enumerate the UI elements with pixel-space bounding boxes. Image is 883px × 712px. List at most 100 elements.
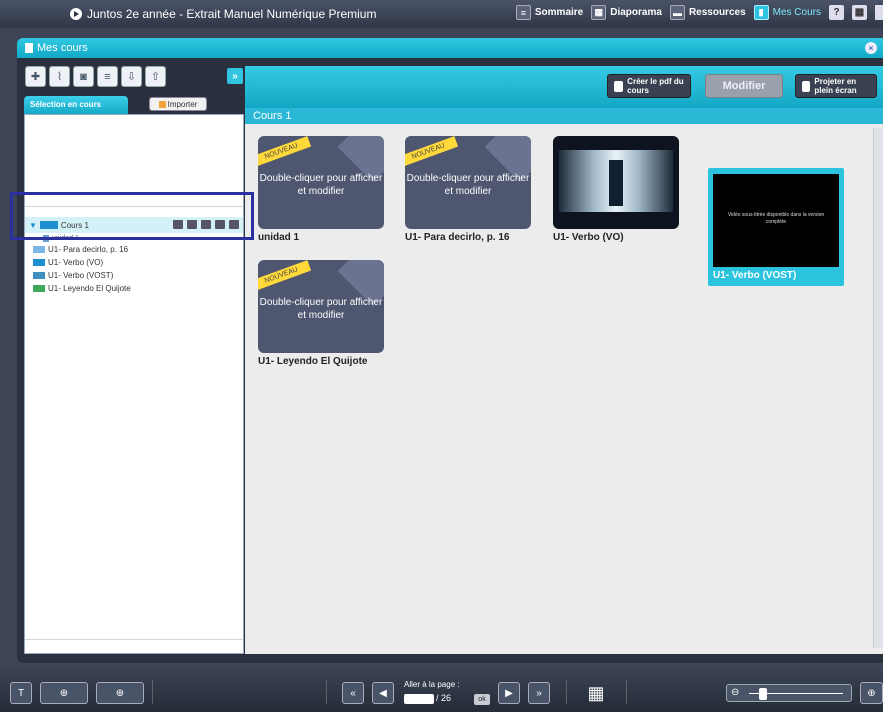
attach-icon[interactable]: ⌇	[49, 66, 70, 87]
bottom-bar: T ⊕ ⊕ « ◀ Aller à la page : / 26 ok ▶ » …	[0, 670, 883, 712]
share-icon[interactable]: ⇧	[145, 66, 166, 87]
create-pdf-button[interactable]: Créer le pdf du cours	[607, 74, 691, 98]
course-card[interactable]: NOUVEAU Double-cliquer pour afficher et …	[405, 136, 531, 246]
card-caption: U1- Verbo (VO)	[553, 232, 624, 243]
new-badge: NOUVEAU	[405, 136, 458, 167]
zoom-page-icon[interactable]: ⊕	[96, 682, 144, 704]
layout-icon[interactable]: ▦	[852, 5, 867, 20]
nav-mes-cours[interactable]: ▮ Mes Cours	[753, 5, 821, 20]
tree-list: unidad 1 U1- Para decirlo, p. 16 U1- Ver…	[33, 234, 131, 295]
app-title: Juntos 2e année - Extrait Manuel Numériq…	[70, 7, 376, 21]
audio-icon	[33, 246, 45, 253]
double-page-icon[interactable]: ▦	[584, 682, 608, 704]
zoom-out-icon[interactable]: ⊖	[731, 687, 739, 698]
text-block-icon[interactable]: ≡	[97, 66, 118, 87]
annotation-highlight-box	[10, 192, 254, 240]
window-title-text: Mes cours	[37, 42, 88, 54]
zoom-slider[interactable]: ⊖	[726, 684, 852, 702]
close-button[interactable]: ×	[865, 42, 877, 54]
import-label: Importer	[167, 99, 198, 109]
page-number-input[interactable]	[404, 694, 434, 704]
card-message: Double-cliquer pour afficher et modifier	[259, 297, 383, 321]
new-badge: NOUVEAU	[258, 136, 311, 167]
course-card[interactable]: U1- Verbo (VO)	[553, 136, 679, 246]
tab-selection-en-cours[interactable]: Sélection en cours	[24, 96, 128, 114]
card-thumbnail: NOUVEAU Double-cliquer pour afficher et …	[258, 260, 384, 353]
nav-ressources[interactable]: ▬ Ressources	[669, 5, 746, 20]
next-page-icon[interactable]: ▶	[498, 682, 520, 704]
tree-item[interactable]: U1- Verbo (VOST)	[33, 269, 131, 282]
video-message: Vidéo sous-titrée disponible dans la ver…	[727, 212, 825, 225]
bookmark-icon	[25, 43, 33, 53]
tree-item[interactable]: U1- Leyendo El Quijote	[33, 282, 131, 295]
card-thumbnail: NOUVEAU Double-cliquer pour afficher et …	[258, 136, 384, 229]
tree-item-label: U1- Leyendo El Quijote	[48, 284, 131, 293]
fullscreen-button[interactable]: Projeter en plein écran	[795, 74, 877, 98]
nav-diaporama-label: Diaporama	[610, 7, 662, 18]
divider	[626, 680, 627, 704]
nav-ressources-label: Ressources	[688, 7, 746, 18]
course-title: Cours 1	[245, 108, 883, 124]
tab-selection-label: Sélection en cours	[30, 100, 102, 109]
top-nav: ≡ Sommaire ▦ Diaporama ▬ Ressources ▮ Me…	[515, 5, 883, 20]
tree-item[interactable]: U1- Para decirlo, p. 16	[33, 243, 131, 256]
camera-icon[interactable]: ◙	[73, 66, 94, 87]
modifier-button[interactable]: Modifier	[705, 74, 783, 98]
course-card[interactable]: NOUVEAU Double-cliquer pour afficher et …	[258, 260, 384, 370]
collapse-button[interactable]: »	[227, 68, 243, 84]
help-button[interactable]: ?	[829, 5, 844, 20]
page-total: / 26	[436, 693, 452, 703]
prev-page-icon[interactable]: ◀	[372, 682, 394, 704]
settings-icon[interactable]	[875, 5, 883, 20]
left-toolbar: ✚ ⌇ ◙ ≡ ⇩ ⇧	[25, 66, 166, 87]
card-thumbnail: NOUVEAU Double-cliquer pour afficher et …	[405, 136, 531, 229]
tree-item-label: U1- Verbo (VO)	[48, 258, 104, 267]
left-tabs: Sélection en cours Importer	[24, 96, 244, 114]
course-card[interactable]: NOUVEAU Double-cliquer pour afficher et …	[258, 136, 384, 246]
first-page-icon[interactable]: «	[342, 682, 364, 704]
course-card-selected[interactable]: Vidéo sous-titrée disponible dans la ver…	[713, 174, 839, 284]
tree-item[interactable]: U1- Verbo (VO)	[33, 256, 131, 269]
card-message: Double-cliquer pour afficher et modifier	[406, 173, 530, 197]
card-caption: U1- Para decirlo, p. 16	[405, 232, 510, 243]
modifier-label: Modifier	[722, 79, 766, 92]
video-frame	[559, 150, 673, 212]
tree-item-label: U1- Para decirlo, p. 16	[48, 245, 129, 254]
bookmark-icon: ▮	[753, 5, 769, 20]
last-page-icon[interactable]: »	[528, 682, 550, 704]
window-header: Mes cours ×	[17, 38, 883, 58]
ok-button[interactable]: ok	[474, 694, 490, 705]
divider	[25, 639, 243, 640]
import-icon	[158, 100, 166, 108]
nav-sommaire-label: Sommaire	[534, 7, 584, 18]
zoom-area-icon[interactable]: ⊕	[40, 682, 88, 704]
video-icon	[33, 272, 45, 279]
nav-mes-cours-label: Mes Cours	[772, 7, 821, 18]
projector-icon	[802, 80, 811, 92]
card-caption: unidad 1	[258, 232, 300, 243]
nav-diaporama[interactable]: ▦ Diaporama	[591, 5, 662, 20]
mes-cours-window: Mes cours × ✚ ⌇ ◙ ≡ ⇩ ⇧ » Sélection en c…	[17, 38, 883, 663]
zoom-knob[interactable]	[759, 688, 767, 700]
course-toolbar: Créer le pdf du cours Modifier Projeter …	[245, 66, 883, 108]
printer-icon	[614, 80, 624, 92]
card-caption: U1- Leyendo El Quijote	[258, 356, 368, 367]
text-tool-icon[interactable]: T	[10, 682, 32, 704]
import-button[interactable]: Importer	[149, 97, 207, 111]
folder-icon: ▬	[669, 5, 685, 20]
nav-sommaire[interactable]: ≡ Sommaire	[515, 5, 584, 20]
export-icon[interactable]: ⇩	[121, 66, 142, 87]
play-circle-icon	[70, 8, 82, 20]
app-title-text: Juntos 2e année - Extrait Manuel Numériq…	[87, 7, 377, 21]
scrollbar[interactable]	[873, 128, 883, 648]
card-caption: U1- Verbo (VOST)	[713, 270, 797, 281]
video-thumbnail	[553, 136, 679, 229]
zoom-in-icon[interactable]: ⊕	[860, 682, 883, 704]
image-icon	[33, 285, 45, 292]
divider	[326, 680, 327, 704]
grid-icon: ▦	[591, 5, 607, 20]
divider	[152, 680, 153, 704]
add-course-icon[interactable]: ✚	[25, 66, 46, 87]
divider	[566, 680, 567, 704]
video-thumbnail: Vidéo sous-titrée disponible dans la ver…	[713, 174, 839, 267]
